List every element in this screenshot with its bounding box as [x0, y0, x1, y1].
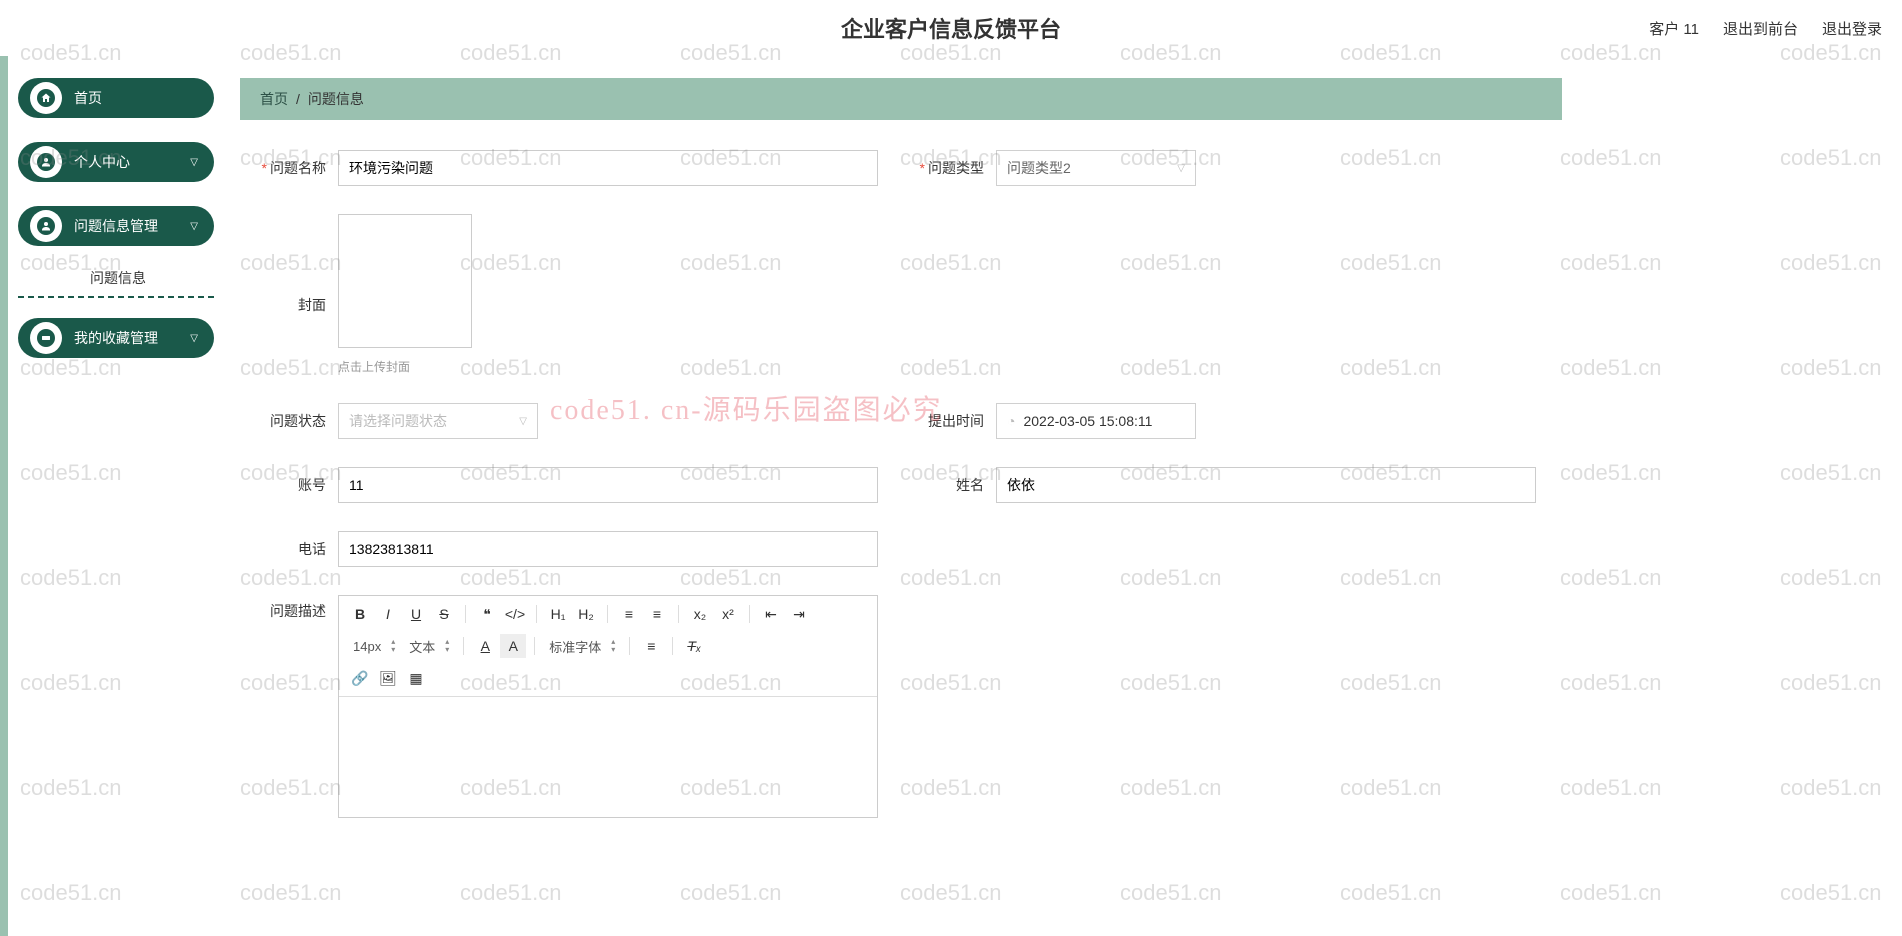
link-button[interactable]: 🔗 [347, 666, 373, 690]
italic-button[interactable]: I [375, 602, 401, 626]
sidebar-submenu: 问题信息 [18, 260, 214, 298]
sidebar-item-home[interactable]: 首页 [18, 78, 214, 118]
cover-upload-area[interactable] [338, 214, 472, 348]
chevron-down-icon: ▽ [190, 221, 198, 232]
breadcrumb-current: 问题信息 [308, 89, 364, 109]
font-size-select[interactable]: 14px ▴▾ [347, 634, 401, 658]
cover-label: 封面 [250, 295, 326, 315]
toolbar-separator [463, 637, 464, 655]
clear-format-button[interactable]: Tₓ [681, 634, 707, 658]
chevron-down-icon: ▽ [519, 416, 527, 427]
sidebar-item-label: 问题信息管理 [74, 216, 190, 236]
bg-color-button[interactable]: A [500, 634, 526, 658]
indent-button[interactable]: ⇥ [786, 602, 812, 626]
sidebar-item-personal[interactable]: 个人中心 ▽ [18, 142, 214, 182]
form-area: 问题名称 问题类型 问题类型2 ▽ 封面 点击上传封面 [240, 150, 1902, 818]
editor-textarea[interactable] [339, 697, 877, 817]
toolbar-separator [678, 605, 679, 623]
sidebar: 首页 个人中心 ▽ 问题信息管理 ▽ 问题信息 我的收藏管理 ▽ [18, 78, 214, 382]
chevron-down-icon: ▽ [190, 157, 198, 168]
toolbar-separator [629, 637, 630, 655]
question-name-label: 问题名称 [250, 158, 326, 178]
name-input[interactable] [996, 467, 1536, 503]
submit-time-label: 提出时间 [908, 411, 984, 431]
description-label: 问题描述 [250, 601, 326, 621]
font-family-select[interactable]: 标准字体 ▴▾ [543, 634, 621, 658]
exit-to-front-link[interactable]: 退出到前台 [1723, 18, 1798, 39]
toolbar-separator [534, 637, 535, 655]
code-button[interactable]: </> [502, 602, 528, 626]
left-accent-border [0, 56, 8, 936]
user-icon [30, 146, 62, 178]
question-status-placeholder: 请选择问题状态 [349, 411, 447, 431]
account-label: 账号 [250, 475, 326, 495]
app-title: 企业客户信息反馈平台 [841, 12, 1061, 44]
breadcrumb: 首页 / 问题信息 [240, 78, 1562, 120]
header-bar: 企业客户信息反馈平台 客户 11 退出到前台 退出登录 [0, 0, 1902, 56]
cover-upload-hint: 点击上传封面 [338, 358, 472, 375]
image-button[interactable]: 🖼 [375, 666, 401, 690]
chevron-down-icon: ▽ [190, 333, 198, 344]
breadcrumb-separator: / [296, 91, 300, 107]
text-color-button[interactable]: A [472, 634, 498, 658]
header-right: 客户 11 退出到前台 退出登录 [1649, 0, 1882, 56]
chevron-down-icon: ▽ [1177, 163, 1185, 174]
main-content: 首页 / 问题信息 问题名称 问题类型 问题类型2 ▽ 封面 [240, 78, 1902, 936]
toolbar-separator [536, 605, 537, 623]
toolbar-separator [607, 605, 608, 623]
toolbar-separator [672, 637, 673, 655]
sidebar-item-issue-mgmt[interactable]: 问题信息管理 ▽ [18, 206, 214, 246]
submit-time-picker[interactable]: ◔ 2022-03-05 15:08:11 [996, 403, 1196, 439]
superscript-button[interactable]: x² [715, 602, 741, 626]
name-label: 姓名 [908, 475, 984, 495]
heading2-button[interactable]: H₂ [573, 602, 599, 626]
submit-time-value: 2022-03-05 15:08:11 [1023, 413, 1152, 429]
question-name-input[interactable] [338, 150, 878, 186]
user-label[interactable]: 客户 11 [1649, 18, 1699, 39]
sidebar-item-label: 个人中心 [74, 152, 190, 172]
format-select[interactable]: 文本 ▴▾ [403, 634, 455, 658]
quote-button[interactable]: ❝ [474, 602, 500, 626]
sidebar-subitem-issue-info[interactable]: 问题信息 [18, 260, 214, 298]
clock-icon: ◔ [1007, 413, 1015, 429]
outdent-button[interactable]: ⇤ [758, 602, 784, 626]
logout-link[interactable]: 退出登录 [1822, 18, 1882, 39]
ordered-list-button[interactable]: ≡ [616, 602, 642, 626]
question-type-label: 问题类型 [908, 158, 984, 178]
video-button[interactable]: ▦ [403, 666, 429, 690]
editor-toolbar: B I U S ❝ </> H₁ H₂ ≡ ≡ x₂ [339, 596, 877, 697]
bold-button[interactable]: B [347, 602, 373, 626]
updown-icon: ▴▾ [445, 638, 449, 654]
unordered-list-button[interactable]: ≡ [644, 602, 670, 626]
question-type-select[interactable]: 问题类型2 ▽ [996, 150, 1196, 186]
updown-icon: ▴▾ [611, 638, 615, 654]
question-status-label: 问题状态 [250, 411, 326, 431]
subscript-button[interactable]: x₂ [687, 602, 713, 626]
sidebar-item-label: 我的收藏管理 [74, 328, 190, 348]
toolbar-separator [749, 605, 750, 623]
phone-input[interactable] [338, 531, 878, 567]
sidebar-item-label: 首页 [74, 88, 198, 108]
account-input[interactable] [338, 467, 878, 503]
home-icon [30, 82, 62, 114]
phone-label: 电话 [250, 539, 326, 559]
toolbar-separator [465, 605, 466, 623]
updown-icon: ▴▾ [391, 638, 395, 654]
question-type-value: 问题类型2 [1007, 158, 1071, 178]
strike-button[interactable]: S [431, 602, 457, 626]
question-status-select[interactable]: 请选择问题状态 ▽ [338, 403, 538, 439]
breadcrumb-home[interactable]: 首页 [260, 89, 288, 109]
align-button[interactable]: ≡ [638, 634, 664, 658]
heading1-button[interactable]: H₁ [545, 602, 571, 626]
ticket-icon [30, 322, 62, 354]
underline-button[interactable]: U [403, 602, 429, 626]
user-icon [30, 210, 62, 242]
rich-text-editor: B I U S ❝ </> H₁ H₂ ≡ ≡ x₂ [338, 595, 878, 818]
sidebar-item-favorites[interactable]: 我的收藏管理 ▽ [18, 318, 214, 358]
